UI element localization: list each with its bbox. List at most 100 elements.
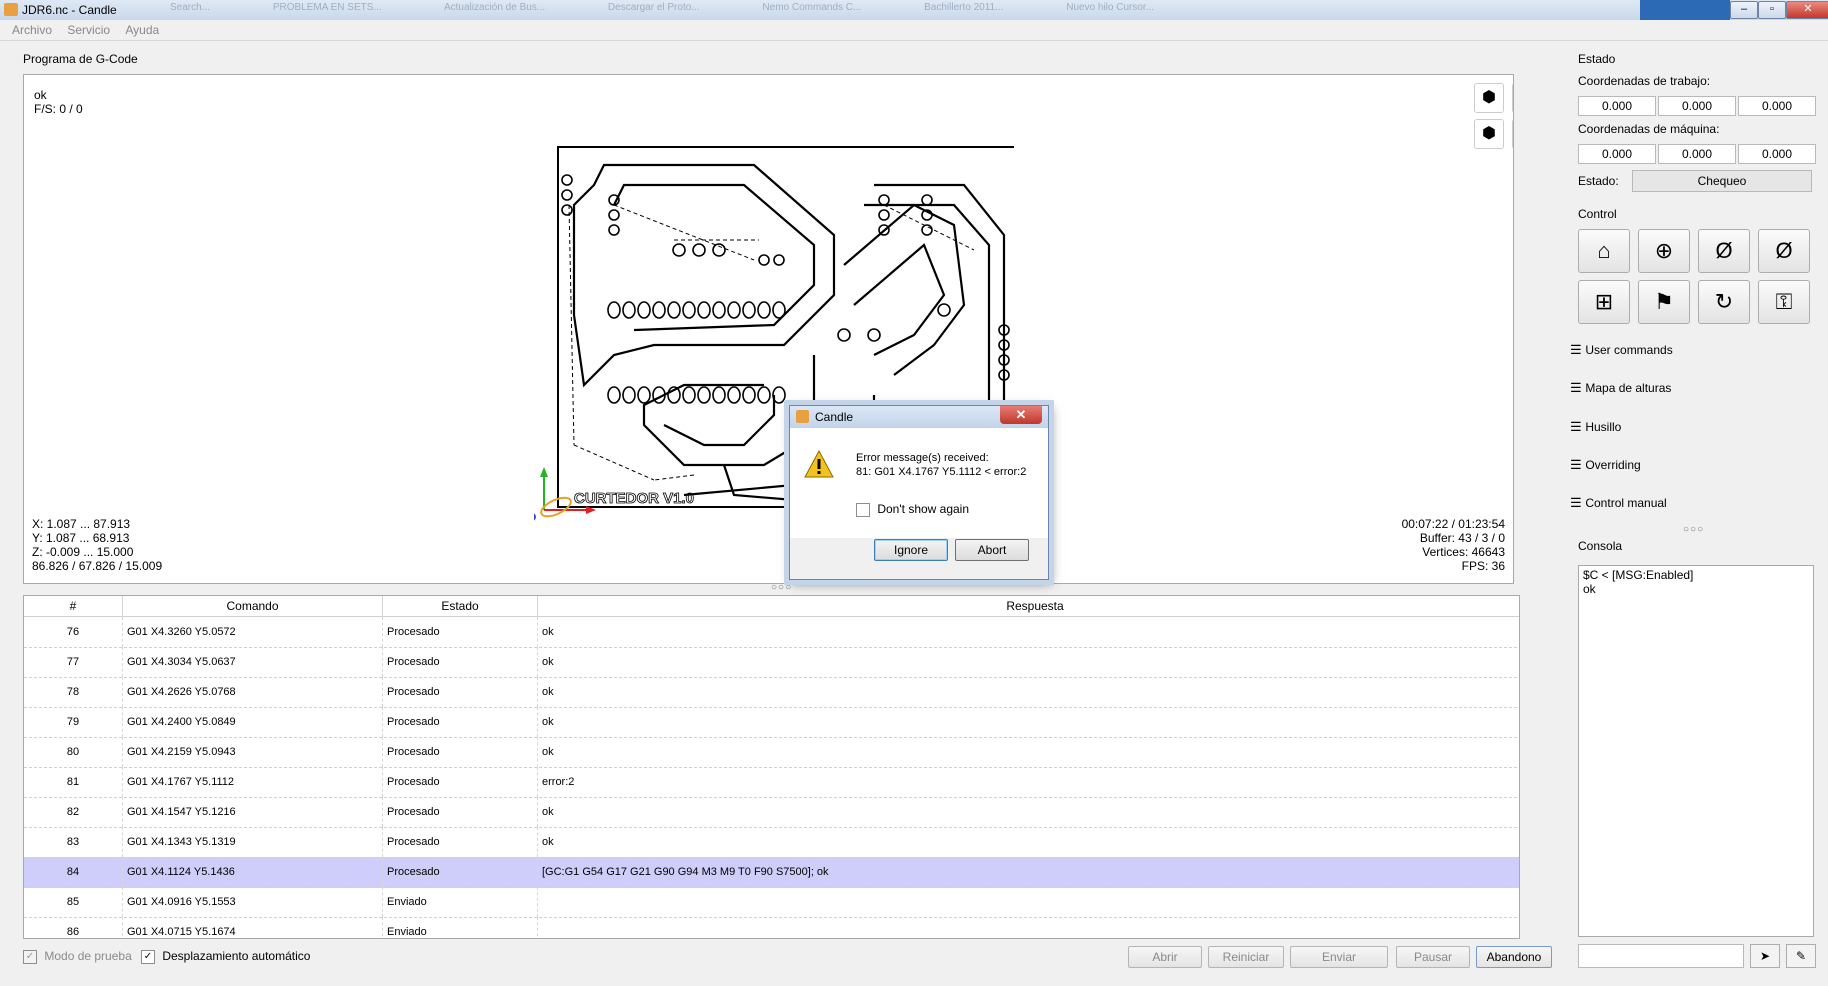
cell-command: G01 X4.0916 Y5.1553 — [123, 887, 383, 917]
restore-origin-icon[interactable]: ⊞ — [1578, 280, 1630, 324]
machine-coord-y: 0.000 — [1658, 144, 1736, 164]
dialog-titlebar: Candle ✕ — [790, 406, 1048, 428]
view-left-cube-icon[interactable]: ⬢ — [1512, 119, 1513, 149]
table-row[interactable]: 83 G01 X4.1343 Y5.1319 Procesado ok — [24, 827, 1519, 858]
cell-number: 86 — [24, 917, 123, 938]
cell-state: Enviado — [383, 887, 538, 917]
board-label: CURTEDOR V1.0 — [574, 490, 694, 507]
send-button[interactable]: Enviar — [1290, 946, 1388, 968]
panel-splitter-handle[interactable]: ○○○ — [1683, 524, 1704, 535]
console-group-label: Consola — [1578, 539, 1623, 553]
unlock-icon[interactable]: ⚿ — [1758, 280, 1810, 324]
ghost-tab: Bachillerto 2011... — [924, 2, 1004, 13]
section-label: Control manual — [1585, 496, 1667, 510]
error-dialog: Candle ✕ Error message(s) received: 81: … — [789, 405, 1049, 580]
reset-button[interactable]: Reiniciar — [1208, 946, 1284, 968]
dont-show-again-checkbox[interactable] — [856, 502, 870, 517]
cell-number: 81 — [24, 767, 123, 797]
abort-button[interactable]: Abort — [955, 539, 1029, 561]
cell-state: Procesado — [383, 647, 538, 677]
splitter-handle[interactable]: ○○○ — [771, 582, 792, 593]
cell-state: Procesado — [383, 737, 538, 767]
cell-state: Procesado — [383, 857, 538, 887]
dialog-close-button[interactable]: ✕ — [1000, 406, 1042, 424]
window-title: JDR6.nc - Candle — [22, 3, 117, 17]
ghost-tab: Nemo Commands C... — [762, 2, 862, 13]
abort-program-button[interactable]: Abandono — [1476, 946, 1552, 968]
clear-console-icon[interactable]: ✎ — [1786, 944, 1816, 968]
ignore-button[interactable]: Ignore — [874, 539, 948, 561]
close-window-button[interactable]: ✕ — [1786, 1, 1828, 19]
console-output[interactable]: $C < [MSG:Enabled] ok — [1578, 565, 1814, 937]
gcode-table[interactable]: # Comando Estado Respuesta 76 G01 X4.3260… — [23, 595, 1520, 939]
reset-icon[interactable]: ↻ — [1698, 280, 1750, 324]
col-header-state[interactable]: Estado — [383, 596, 538, 616]
cell-response: ok — [542, 686, 554, 698]
machine-coord-x: 0.000 — [1578, 144, 1656, 164]
table-row[interactable]: 79 G01 X4.2400 Y5.0849 Procesado ok — [24, 707, 1519, 738]
fit-view-icon[interactable]: ⤢ — [1512, 157, 1513, 185]
test-mode-label: Modo de prueba — [44, 949, 132, 963]
safe-position-icon[interactable]: ⚑ — [1638, 280, 1690, 324]
work-coord-x: 0.000 — [1578, 96, 1656, 116]
view-iso-cube-icon[interactable]: ⬢ — [1474, 83, 1504, 113]
pause-button[interactable]: Pausar — [1396, 946, 1470, 968]
work-coord-y: 0.000 — [1658, 96, 1736, 116]
zero-xy-icon[interactable]: Ø — [1698, 229, 1750, 273]
dialog-message-line2: 81: G01 X4.1767 Y5.1112 < error:2 — [856, 466, 1027, 478]
console-command-input[interactable] — [1578, 944, 1744, 968]
table-row[interactable]: 77 G01 X4.3034 Y5.0637 Procesado ok — [24, 647, 1519, 678]
view-top-cube-icon[interactable]: ⬢ — [1512, 83, 1513, 113]
gcode-group-label: Programa de G-Code — [23, 52, 138, 66]
cell-command: G01 X4.2626 Y5.0768 — [123, 677, 383, 707]
home-icon[interactable]: ⌂ — [1578, 229, 1630, 273]
table-row[interactable]: 78 G01 X4.2626 Y5.0768 Procesado ok — [24, 677, 1519, 708]
autoscroll-checkbox[interactable]: ✓ — [141, 949, 155, 964]
section-height-map[interactable]: ☰ Mapa de alturas — [1570, 377, 1818, 399]
hamburger-icon: ☰ — [1570, 342, 1582, 357]
zero-z-icon[interactable]: Ø — [1758, 229, 1810, 273]
warning-icon — [804, 450, 834, 478]
cell-response: ok — [542, 716, 554, 728]
ghost-tab: PROBLEMA EN SETS... — [272, 2, 382, 13]
section-spindle[interactable]: ☰ Husillo — [1570, 416, 1818, 438]
test-mode-toggle[interactable]: ✓ Modo de prueba — [23, 949, 132, 964]
section-user-commands[interactable]: ☰ User commands — [1570, 339, 1818, 361]
gcode-3d-viewer[interactable]: ok F/S: 0 / 0 ⬢ ⬢ ⬢ ⬢ ⤢ — [23, 74, 1514, 584]
menu-servicio[interactable]: Servicio — [67, 23, 110, 37]
send-command-icon[interactable]: ➤ — [1750, 944, 1780, 968]
col-header-response[interactable]: Respuesta — [538, 596, 1519, 616]
dont-show-again-toggle[interactable]: Don't show again — [856, 502, 969, 517]
cell-command: G01 X4.1124 Y5.1436 — [123, 857, 383, 887]
section-manual-control[interactable]: ☰ Control manual — [1570, 492, 1818, 514]
dialog-message-line1: Error message(s) received: — [856, 452, 989, 464]
cell-number: 83 — [24, 827, 123, 857]
table-row[interactable]: 86 G01 X4.0715 Y5.1674 Enviado — [24, 917, 1519, 938]
table-row[interactable]: 85 G01 X4.0916 Y5.1553 Enviado — [24, 887, 1519, 918]
open-button[interactable]: Abrir — [1128, 946, 1202, 968]
table-row[interactable]: 84 G01 X4.1124 Y5.1436 Procesado [GC:G1 G54… — [24, 857, 1519, 888]
view-front-cube-icon[interactable]: ⬢ — [1474, 119, 1504, 149]
minimize-button[interactable]: – — [1730, 1, 1758, 19]
menu-ayuda[interactable]: Ayuda — [125, 23, 159, 37]
table-row[interactable]: 82 G01 X4.1547 Y5.1216 Procesado ok — [24, 797, 1519, 828]
control-group-label: Control — [1578, 207, 1617, 221]
cell-number: 79 — [24, 707, 123, 737]
probe-z-icon[interactable]: ⊕ — [1638, 229, 1690, 273]
cell-response — [538, 917, 1519, 938]
col-header-command[interactable]: Comando — [123, 596, 383, 616]
autoscroll-toggle[interactable]: ✓ Desplazamiento automático — [141, 949, 310, 964]
section-overriding[interactable]: ☰ Overriding — [1570, 454, 1818, 476]
ghost-tab: Search... — [170, 2, 211, 13]
table-row[interactable]: 81 G01 X4.1767 Y5.1112 Procesado error:2 — [24, 767, 1519, 798]
dialog-body: Error message(s) received: 81: G01 X4.17… — [790, 428, 1048, 538]
test-mode-checkbox[interactable]: ✓ — [23, 949, 37, 964]
menu-archivo[interactable]: Archivo — [12, 23, 52, 37]
maximize-button[interactable]: ▫ — [1758, 1, 1786, 19]
ghost-tab: Actualización de Bus... — [443, 2, 546, 13]
vertices-count: Vertices: 46643 — [1422, 545, 1505, 559]
col-header-number[interactable]: # — [24, 596, 123, 616]
table-row[interactable]: 80 G01 X4.2159 Y5.0943 Procesado ok — [24, 737, 1519, 768]
status-label: Estado: — [1578, 174, 1619, 188]
table-row[interactable]: 76 G01 X4.3260 Y5.0572 Procesado ok — [24, 617, 1519, 648]
